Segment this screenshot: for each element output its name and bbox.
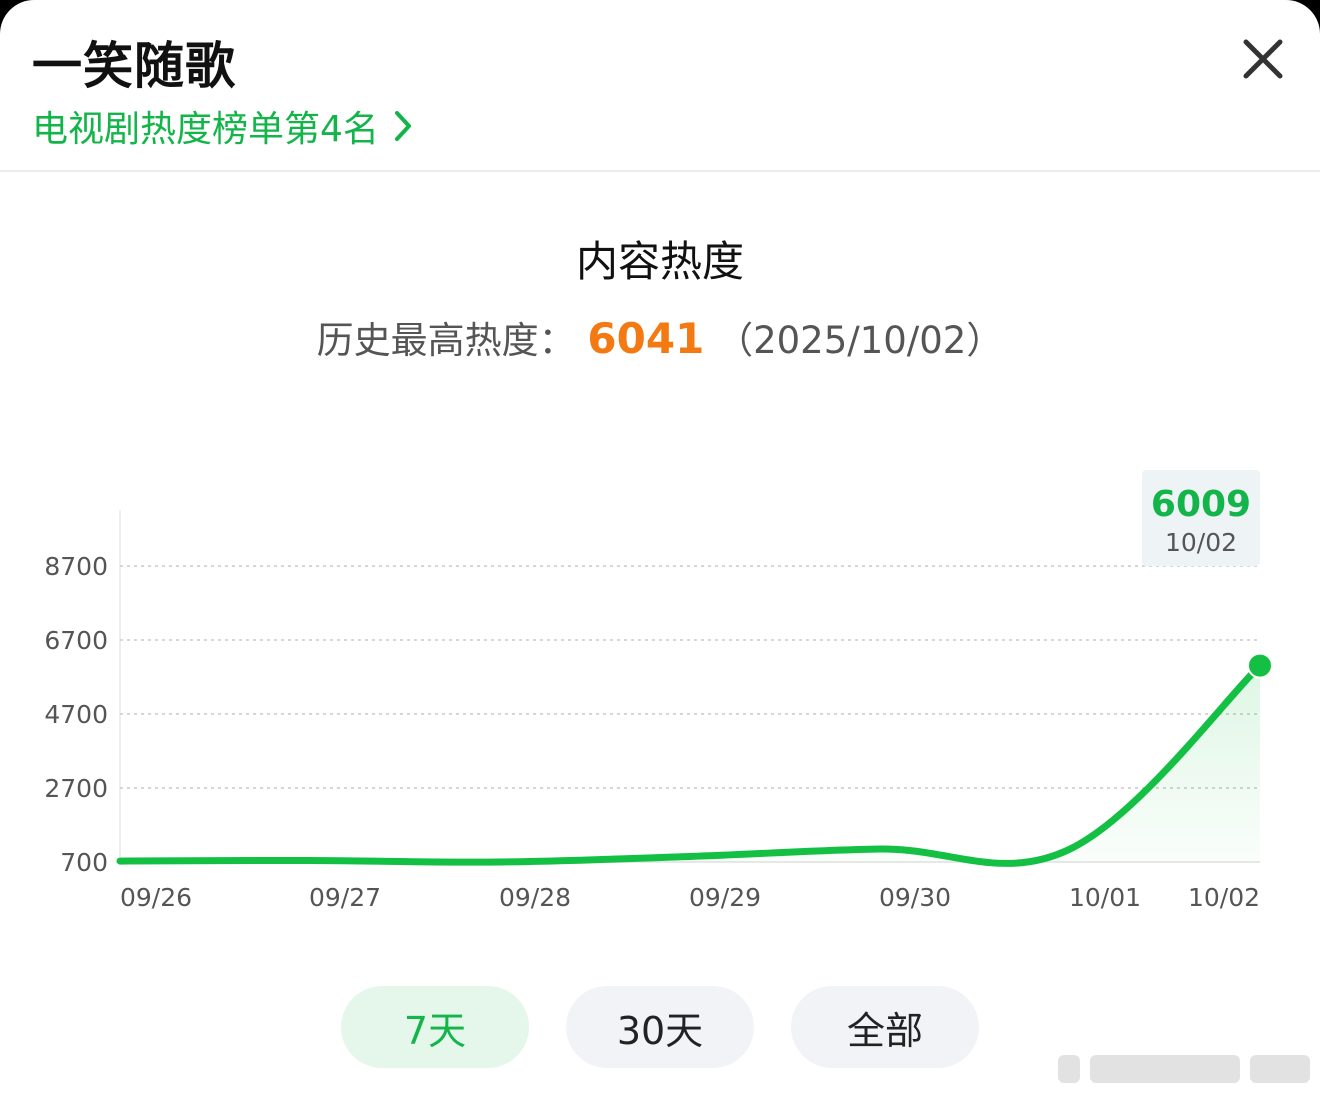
- x-tick-label: 10/01: [1069, 883, 1141, 912]
- latest-data-point[interactable]: [1247, 652, 1273, 679]
- heat-trend-chart: 700 2700 4700 6700 8700 09/26 09/27 09/28 09/29…: [44, 470, 1273, 912]
- peak-summary: 历史最高热度： 6041 （2025/10/02）: [0, 310, 1320, 364]
- series-area: [120, 665, 1260, 864]
- sheet-header: 一笑随歌 电视剧热度榜单第4名: [0, 0, 1320, 172]
- tooltip-date: 10/02: [1165, 528, 1237, 557]
- chart-title: 内容热度: [575, 237, 744, 286]
- y-tick-label: 2700: [44, 774, 108, 803]
- x-tick-label: 09/29: [689, 883, 761, 912]
- chart-grid: [119, 510, 1260, 863]
- latest-point-tooltip: 6009 10/02: [1142, 470, 1260, 566]
- y-tick-label: 8700: [44, 552, 108, 581]
- tooltip-value: 6009: [1151, 484, 1251, 525]
- y-tick-label: 700: [60, 848, 108, 877]
- y-tick-label: 4700: [44, 700, 108, 729]
- chevron-right-icon: [394, 111, 411, 141]
- range-tab-label: 30天: [616, 1008, 704, 1053]
- x-tick-label: 09/27: [309, 883, 381, 912]
- x-tick-label: 09/28: [499, 883, 571, 912]
- y-axis-ticks: 700 2700 4700 6700 8700: [44, 552, 108, 877]
- x-tick-label: 10/02: [1188, 883, 1260, 912]
- range-tab-label: 7天: [403, 1008, 467, 1053]
- close-button[interactable]: [1232, 28, 1294, 90]
- close-icon: [1243, 39, 1283, 79]
- range-tab-label: 全部: [846, 1008, 923, 1053]
- heat-detail-sheet: 一笑随歌 电视剧热度榜单第4名 内容热度 历史最高热度： 6041 （2025/…: [0, 0, 1320, 1098]
- y-tick-label: 6700: [44, 626, 108, 655]
- peak-label: 历史最高热度：: [316, 319, 576, 362]
- home-indicator: [1058, 1052, 1310, 1086]
- peak-value: 6041: [587, 314, 705, 363]
- x-tick-label: 09/26: [120, 883, 192, 912]
- x-axis-ticks: 09/26 09/27 09/28 09/29 09/30 10/01 10/02: [120, 883, 1260, 912]
- range-tab-7-days[interactable]: 7天: [341, 986, 529, 1068]
- range-tab-all[interactable]: 全部: [791, 986, 979, 1068]
- drama-title: 一笑随歌: [32, 37, 236, 95]
- range-tab-30-days[interactable]: 30天: [566, 986, 754, 1068]
- rank-link-label: 电视剧热度榜单第4名: [32, 109, 379, 150]
- rank-link[interactable]: 电视剧热度榜单第4名: [32, 100, 413, 152]
- series-line: [116, 662, 1264, 867]
- peak-date: （2025/10/02）: [716, 319, 1004, 362]
- x-tick-label: 09/30: [879, 883, 951, 912]
